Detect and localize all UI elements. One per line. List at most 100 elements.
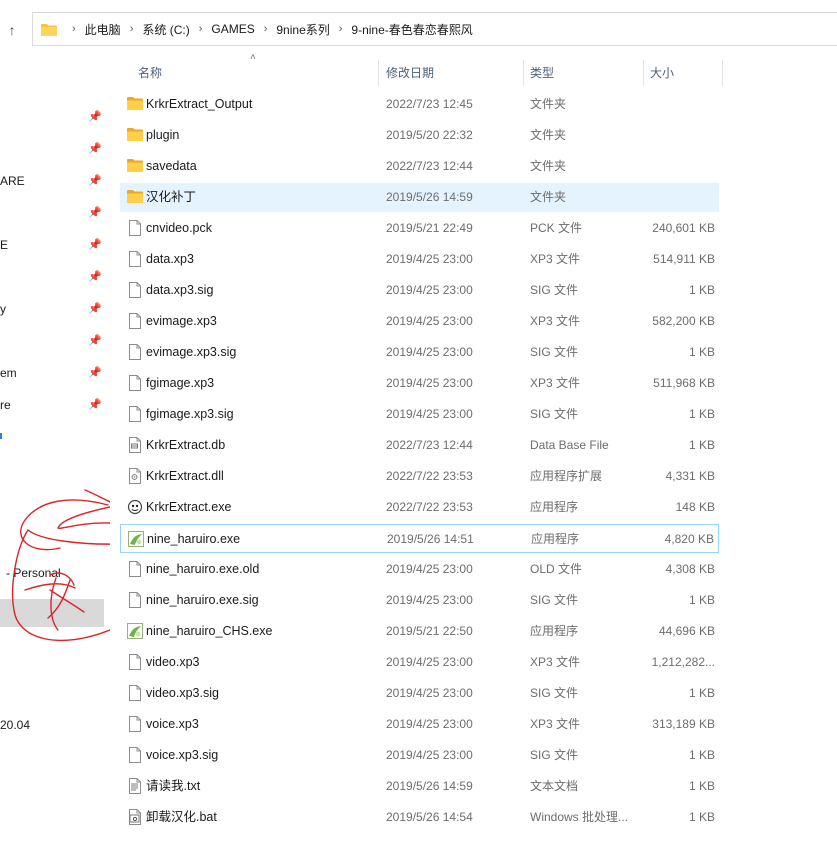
file-row[interactable]: KrkrExtract_Output 2022/7/23 12:45 文件夹 xyxy=(120,90,719,119)
navigation-pane: 📌 📌 📌 📌 📌 📌 📌 📌 📌 📌 ARE E y em re - Pers… xyxy=(0,58,105,860)
chevron-right-icon[interactable]: › xyxy=(264,23,268,35)
file-type: SIG 文件 xyxy=(530,593,579,607)
nav-item-label[interactable]: em xyxy=(0,366,17,380)
file-name: fgimage.xp3 xyxy=(146,376,215,390)
column-divider[interactable] xyxy=(523,60,524,86)
file-row[interactable]: evimage.xp3 2019/4/25 23:00 XP3 文件 582,200 … xyxy=(120,307,719,336)
pin-icon[interactable]: 📌 xyxy=(88,334,102,348)
file-row[interactable]: 请读我.txt 2019/5/26 14:59 文本文档 1 KB xyxy=(120,772,719,801)
column-date-modified[interactable]: 修改日期 xyxy=(386,58,434,88)
file-icon xyxy=(127,344,143,360)
file-type: XP3 文件 xyxy=(530,717,581,731)
address-bar[interactable]: › 此电脑 › 系统 (C:) › GAMES › 9nine系列 › 9-ni… xyxy=(32,12,837,46)
file-type: SIG 文件 xyxy=(530,748,579,762)
breadcrumb-games[interactable]: GAMES xyxy=(211,22,254,36)
file-icon xyxy=(127,375,143,391)
file-row[interactable]: data.xp3 2019/4/25 23:00 XP3 文件 514,911 KB xyxy=(120,245,719,274)
pin-icon[interactable]: 📌 xyxy=(88,174,102,188)
file-row[interactable]: fgimage.xp3.sig 2019/4/25 23:00 SIG 文件 1 KB xyxy=(120,400,719,429)
file-row[interactable]: nine_haruiro.exe.old 2019/4/25 23:00 OLD 文… xyxy=(120,555,719,584)
chevron-right-icon[interactable]: › xyxy=(130,23,134,35)
file-row[interactable]: nine_haruiro.exe 2019/5/26 14:51 应用程序 4,820… xyxy=(120,524,719,553)
file-date-modified: 2019/4/25 23:00 xyxy=(386,376,473,390)
file-size: 313,189 KB xyxy=(652,717,715,731)
column-divider[interactable] xyxy=(643,60,644,86)
pin-icon[interactable]: 📌 xyxy=(88,302,102,316)
file-row[interactable]: voice.xp3.sig 2019/4/25 23:00 SIG 文件 1 KB xyxy=(120,741,719,770)
nav-item-selected[interactable] xyxy=(0,599,104,627)
pin-icon[interactable]: 📌 xyxy=(88,366,102,380)
column-name[interactable]: 名称 xyxy=(138,58,162,88)
folder-icon xyxy=(127,189,143,205)
file-row[interactable]: 卸载汉化.bat 2019/5/26 14:54 Windows 批处理... 1 K… xyxy=(120,803,719,832)
file-name: data.xp3.sig xyxy=(146,283,214,297)
file-row[interactable]: KrkrExtract.db 2022/7/23 12:44 Data Base F… xyxy=(120,431,719,460)
breadcrumb-9nine-series[interactable]: 9nine系列 xyxy=(276,21,329,38)
up-arrow-icon[interactable]: ↑ xyxy=(2,18,22,42)
column-type[interactable]: 类型 xyxy=(530,58,554,88)
file-date-modified: 2019/4/25 23:00 xyxy=(386,562,473,576)
file-row[interactable]: KrkrExtract.exe 2022/7/22 23:53 应用程序 148 KB xyxy=(120,493,719,522)
nav-item-label[interactable]: E xyxy=(0,238,8,252)
file-icon xyxy=(127,592,143,608)
file-row[interactable]: plugin 2019/5/20 22:32 文件夹 xyxy=(120,121,719,150)
nav-item-label[interactable]: re xyxy=(0,398,11,412)
file-row[interactable]: 汉化补丁 2019/5/26 14:59 文件夹 xyxy=(120,183,719,212)
pin-icon[interactable]: 📌 xyxy=(88,142,102,156)
file-date-modified: 2019/4/25 23:00 xyxy=(386,314,473,328)
pin-icon[interactable]: 📌 xyxy=(88,206,102,220)
pin-icon[interactable]: 📌 xyxy=(88,110,102,124)
file-size: 1 KB xyxy=(688,593,715,607)
nav-item-label[interactable]: y xyxy=(0,302,6,316)
file-type: PCK 文件 xyxy=(530,221,583,235)
file-type: 应用程序 xyxy=(530,624,579,638)
file-name: savedata xyxy=(146,159,197,173)
file-row[interactable]: video.xp3 2019/4/25 23:00 XP3 文件 1,212,282.… xyxy=(120,648,719,677)
file-type: 文件夹 xyxy=(530,97,567,111)
nav-item-label[interactable]: ARE xyxy=(0,174,25,188)
pin-icon[interactable]: 📌 xyxy=(88,398,102,412)
breadcrumb-drive-c[interactable]: 系统 (C:) xyxy=(142,21,189,38)
file-icon xyxy=(127,282,143,298)
breadcrumb-current-folder[interactable]: 9-nine-春色春恋春熙风 xyxy=(351,21,472,38)
file-size: 1 KB xyxy=(688,345,715,359)
file-date-modified: 2022/7/23 12:45 xyxy=(386,97,473,111)
file-row[interactable]: nine_haruiro.exe.sig 2019/4/25 23:00 SIG 文… xyxy=(120,586,719,615)
pin-icon[interactable]: 📌 xyxy=(88,238,102,252)
file-row[interactable]: video.xp3.sig 2019/4/25 23:00 SIG 文件 1 KB xyxy=(120,679,719,708)
file-row[interactable]: evimage.xp3.sig 2019/4/25 23:00 SIG 文件 1 KB xyxy=(120,338,719,367)
file-date-modified: 2022/7/23 12:44 xyxy=(386,159,473,173)
file-name: nine_haruiro.exe xyxy=(147,532,241,546)
file-row[interactable]: savedata 2022/7/23 12:44 文件夹 xyxy=(120,152,719,181)
file-name: nine_haruiro.exe.old xyxy=(146,562,260,576)
column-divider[interactable] xyxy=(378,60,379,86)
file-row[interactable]: cnvideo.pck 2019/5/21 22:49 PCK 文件 240,601 … xyxy=(120,214,719,243)
nav-item-label[interactable]: - Personal xyxy=(6,566,61,580)
breadcrumb: › 此电脑 › 系统 (C:) › GAMES › 9nine系列 › 9-ni… xyxy=(63,13,473,45)
file-row[interactable]: nine_haruiro_CHS.exe 2019/5/21 22:50 应用程序 4… xyxy=(120,617,719,646)
pin-icon[interactable]: 📌 xyxy=(88,270,102,284)
file-icon xyxy=(127,561,143,577)
file-type: 文本文档 xyxy=(530,779,579,793)
file-row[interactable]: fgimage.xp3 2019/4/25 23:00 XP3 文件 511,968 … xyxy=(120,369,719,398)
file-row[interactable]: KrkrExtract.dll 2022/7/22 23:53 应用程序扩展 4,33… xyxy=(120,462,719,491)
file-row[interactable]: data.xp3.sig 2019/4/25 23:00 SIG 文件 1 KB xyxy=(120,276,719,305)
file-size: 1 KB xyxy=(688,686,715,700)
file-date-modified: 2019/4/25 23:00 xyxy=(386,252,473,266)
chevron-right-icon[interactable]: › xyxy=(72,23,76,35)
file-icon xyxy=(127,747,143,763)
column-divider[interactable] xyxy=(722,60,723,86)
file-size: 44,696 KB xyxy=(658,624,715,638)
file-name: KrkrExtract.dll xyxy=(146,469,224,483)
file-date-modified: 2019/5/26 14:59 xyxy=(386,779,473,793)
breadcrumb-this-pc[interactable]: 此电脑 xyxy=(85,21,121,38)
chevron-right-icon[interactable]: › xyxy=(199,23,203,35)
file-row[interactable]: voice.xp3 2019/4/25 23:00 XP3 文件 313,189 KB xyxy=(120,710,719,739)
chevron-right-icon[interactable]: › xyxy=(339,23,343,35)
file-date-modified: 2019/5/26 14:51 xyxy=(387,532,474,546)
sort-ascending-icon: ˄ xyxy=(250,52,256,63)
file-size: 1,212,282... xyxy=(651,655,715,669)
nav-item-label[interactable]: 20.04 xyxy=(0,718,30,732)
column-size[interactable]: 大小 xyxy=(650,58,674,88)
file-size: 511,968 KB xyxy=(653,376,715,390)
